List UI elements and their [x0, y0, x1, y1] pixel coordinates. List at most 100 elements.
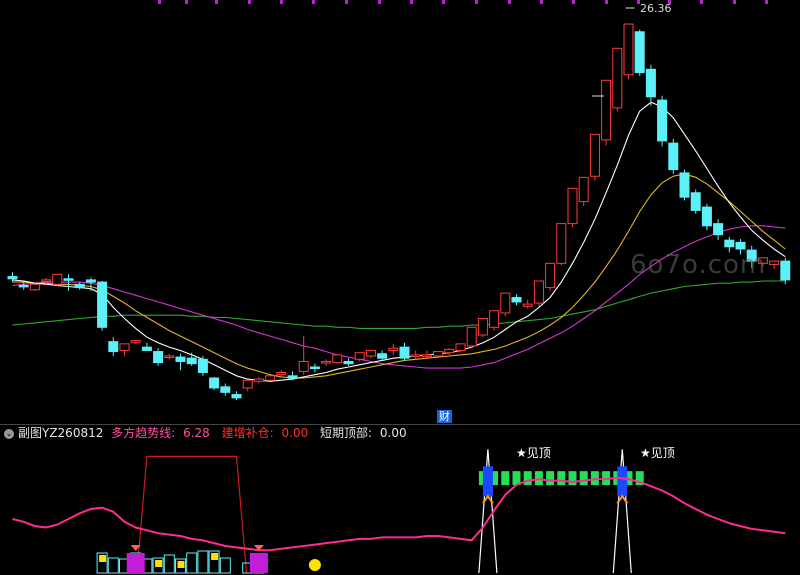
- top-marker: [733, 0, 736, 4]
- candle-body: [477, 317, 488, 336]
- candle-body: [578, 176, 589, 203]
- candle-body: [354, 352, 365, 360]
- candle-body: [377, 353, 388, 359]
- candle-body: [567, 187, 578, 225]
- candle-body: [668, 142, 679, 171]
- green-bar: [546, 471, 555, 486]
- series-name: 多方趋势线:: [111, 426, 176, 440]
- candle-body: [108, 341, 119, 353]
- step-block: [163, 554, 175, 574]
- candle-body: [769, 260, 780, 265]
- candle-body: [52, 273, 63, 285]
- candle-body: [701, 206, 712, 227]
- candle-body: [97, 281, 108, 328]
- trend-line: [12, 476, 786, 552]
- candle-body: [74, 283, 85, 289]
- top-marker: [540, 0, 543, 4]
- candle-body: [321, 360, 332, 364]
- candle-body: [511, 297, 522, 303]
- top-marker: [442, 0, 445, 4]
- candle-body: [141, 346, 152, 351]
- top-marker: [508, 0, 511, 4]
- top-marker: [185, 0, 188, 4]
- purple-bar: [249, 553, 268, 573]
- indicator-name[interactable]: 副图YZ260812: [18, 426, 103, 440]
- watermark: 6o7o.com: [630, 250, 767, 280]
- red-box-line: [136, 455, 248, 574]
- series-label-top: 短期顶部: 0.00: [320, 426, 411, 440]
- top-marker: [410, 0, 413, 4]
- series-value: 0.00: [281, 426, 309, 440]
- candle-body: [63, 278, 74, 281]
- candle-body: [713, 223, 724, 236]
- candle-body: [500, 292, 511, 314]
- green-bar: [501, 471, 510, 486]
- candle-body: [388, 347, 399, 351]
- candle-body: [220, 386, 231, 393]
- candle-body: [601, 79, 612, 141]
- candle-body: [253, 378, 264, 382]
- sub-indicator-header: ⌄ 副图YZ260812 多方趋势线: 6.28 建增补仓: 0.00 短期顶部:…: [4, 426, 415, 440]
- candle-body: [209, 377, 220, 389]
- top-marker: [605, 0, 608, 4]
- purple-bar: [126, 553, 145, 573]
- finance-tag-icon[interactable]: 财: [437, 410, 452, 423]
- top-marker: [280, 0, 283, 4]
- candle-body: [634, 31, 645, 74]
- blue-bar: [617, 466, 628, 497]
- series-value: 6.28: [183, 426, 210, 440]
- top-marker: [158, 0, 161, 4]
- top-marker: [475, 0, 478, 4]
- candle-body: [433, 351, 444, 357]
- yellow-block: [211, 553, 219, 560]
- candle-body: [724, 239, 735, 248]
- candle-body: [175, 356, 186, 362]
- candle-body: [780, 260, 791, 281]
- candle-body: [164, 355, 175, 358]
- candle-body: [589, 133, 600, 177]
- candle-body: [29, 283, 40, 291]
- panel-divider[interactable]: [0, 424, 800, 425]
- top-marker: [378, 0, 381, 4]
- top-marker: [345, 0, 348, 4]
- step-block: [107, 557, 119, 574]
- candle-body: [623, 23, 634, 76]
- step-block: [197, 550, 209, 574]
- candle-body: [444, 348, 455, 354]
- candle-body: [612, 47, 623, 109]
- candle-body: [399, 346, 410, 359]
- candle-body: [265, 375, 276, 381]
- candle-body: [197, 358, 208, 374]
- candle-body: [309, 366, 320, 369]
- candle-body: [85, 279, 96, 283]
- peak-price-label: 26.36: [640, 2, 672, 15]
- collapse-icon[interactable]: ⌄: [4, 428, 14, 439]
- candle-body: [735, 241, 746, 250]
- candle-body: [130, 340, 141, 344]
- candle-body: [365, 349, 376, 357]
- yellow-block: [155, 560, 163, 567]
- candle-body: [690, 192, 701, 211]
- candle-body: [421, 354, 432, 357]
- candle-body: [276, 372, 287, 376]
- yellow-block: [177, 561, 185, 568]
- candle-body: [522, 303, 533, 307]
- green-bar: [579, 471, 588, 486]
- step-block: [186, 552, 198, 574]
- sub-indicator-chart[interactable]: [0, 440, 800, 575]
- candle-body: [657, 99, 668, 142]
- top-marker: [312, 0, 315, 4]
- candlestick-chart[interactable]: [0, 0, 800, 425]
- candle-body: [410, 354, 421, 357]
- top-marker: [248, 0, 251, 4]
- series-value: 0.00: [379, 426, 407, 440]
- candle-body: [242, 379, 253, 389]
- top-marker: [572, 0, 575, 4]
- candle-body: [645, 68, 656, 98]
- top-marker: [765, 0, 768, 4]
- green-bar: [557, 471, 566, 486]
- candle-body: [466, 326, 477, 347]
- candle-body: [18, 284, 29, 288]
- candle-body: [186, 357, 197, 365]
- candle-body: [545, 262, 556, 289]
